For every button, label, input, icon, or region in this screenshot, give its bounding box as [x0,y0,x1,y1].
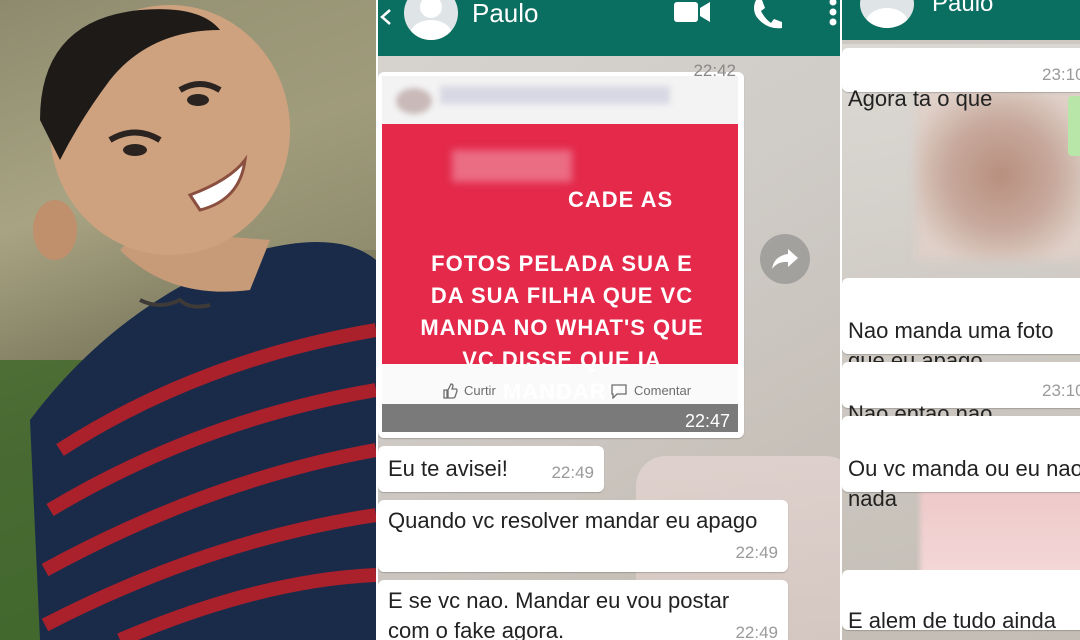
message-text: E se vc nao. Mandar eu vou postar com o … [388,588,730,640]
blurred-name [440,86,670,104]
phone-call-icon[interactable] [750,0,784,30]
contact-avatar[interactable] [860,0,914,28]
message-bubble[interactable]: Agora ta o que 23:10 [842,48,1080,111]
selfie-photo [0,0,376,640]
facebook-post-screenshot: CADE AS FOTOS PELADA SUA E DA SUA FILHA … [382,76,738,432]
post-actions: Curtir Comentar [382,370,738,400]
message-bubble[interactable]: Nao manda uma foto que eu apago [842,278,1080,373]
image-message[interactable]: 22:42 CADE AS FOTOS PELADA SUA E DA SUA … [378,61,744,438]
divider [376,0,378,640]
blurred-avatar [396,88,432,114]
more-options-icon[interactable] [828,0,838,30]
message-time: 22:49 [735,543,778,562]
video-call-icon[interactable] [674,0,710,26]
message-text: Eu te avisei! [388,456,508,481]
blurred-image [916,90,1080,260]
message-bubble[interactable]: Eu te avisei! 22:49 [378,446,604,492]
message-bubble[interactable]: Nao entao nao 23:10 [842,362,1080,426]
message-bubble[interactable]: Ou vc manda ou eu nao nada [842,416,1080,511]
like-label: Curtir [464,383,496,398]
comment-label: Comentar [634,383,692,398]
thumbs-up-icon [443,383,458,399]
message-time: 22:49 [551,463,594,482]
post-header-blurred [382,76,738,124]
message-text: E alem de tudo ainda [848,608,1056,633]
message-time: 22:47 [684,411,730,431]
message-time: 23:10 [1042,381,1080,400]
message-text: Quando vc resolver mandar eu apago [388,508,758,533]
contact-avatar[interactable] [404,0,458,40]
message-bubble[interactable]: E alem de tudo ainda [842,570,1080,633]
post-text-line1: CADE AS [568,187,674,212]
comment-action: Comentar [610,376,691,406]
message-bubble[interactable]: Quando vc resolver mandar eu apago 22:49 [378,500,788,572]
post-body: CADE AS FOTOS PELADA SUA E DA SUA FILHA … [382,124,738,404]
image-edge [1068,96,1080,156]
contact-name[interactable]: Paulo [932,0,993,18]
blurred-image [920,490,1080,580]
selfie-illustration [0,0,376,640]
image-footer: 22:47 [382,404,738,432]
chat-screenshot-2: Paulo Agora ta o que 23:10 Nao manda uma… [840,0,1080,640]
divider [840,0,842,640]
message-time: 23:10 [1042,65,1080,84]
back-arrow-icon[interactable] [376,6,398,28]
chat-header: Paulo [840,0,1080,40]
message-time: 22:49 [735,623,778,640]
comment-bubble-icon [611,384,627,399]
chat-header: Paulo [376,0,840,56]
forward-icon[interactable] [760,234,810,284]
like-action: Curtir [442,376,496,406]
message-bubble[interactable]: E se vc nao. Mandar eu vou postar com o … [378,580,788,640]
contact-name[interactable]: Paulo [472,0,539,28]
chat-screenshot-1: Paulo 22:42 CADE AS FOTOS PELADA SUA E D… [376,0,840,640]
message-text: Agora ta o que [848,86,993,111]
